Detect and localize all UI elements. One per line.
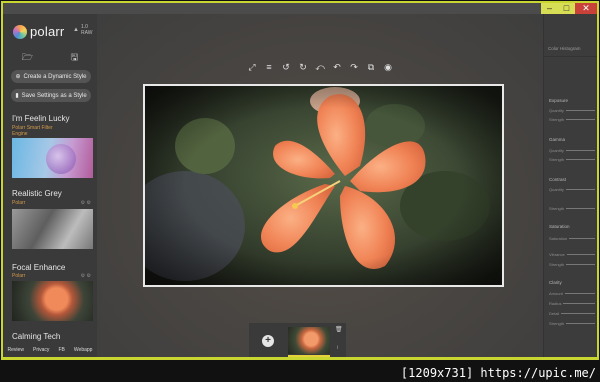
preview-eye-icon[interactable]: ◉	[383, 62, 394, 73]
filmstrip: + 🗑 i	[249, 323, 346, 357]
save-settings-style-button[interactable]: ▮ Save Settings as a Style	[11, 89, 91, 102]
bookmark-icon: ▮	[15, 93, 19, 99]
editor-toolbar: ⤢ ≡ ↺ ↻ ⤺ ↶ ↷ ⧉ ◉	[97, 62, 543, 73]
slider-row[interactable]: Strength	[549, 321, 595, 326]
create-style-label: Create a Dynamic Style	[23, 73, 87, 80]
style-subtitle: Polarr	[12, 200, 26, 206]
version-label: 1.0 RAW	[80, 24, 93, 36]
version-badge: ▲ 1.0 RAW	[73, 24, 97, 36]
brand: polarr	[13, 24, 64, 39]
save-icon[interactable]: 🖫	[71, 50, 79, 66]
facebook-link[interactable]: FB	[58, 347, 64, 353]
histogram-header[interactable]: Color Histogram	[548, 46, 581, 51]
slider-row[interactable]: Quantity	[549, 148, 595, 153]
section-gamma[interactable]: Gamma	[549, 137, 565, 142]
main-canvas: ⤢ ≡ ↺ ↻ ⤺ ↶ ↷ ⧉ ◉ + 🗑 i	[97, 14, 543, 357]
plus-circle-icon: ⊕	[15, 74, 21, 80]
divider	[544, 56, 597, 57]
add-photo-button[interactable]: +	[262, 335, 274, 347]
slider-row[interactable]: Vibrance	[549, 252, 595, 257]
polarr-logo-icon	[13, 24, 27, 39]
style-actions-icon[interactable]: ⚙ ⚙	[81, 273, 91, 279]
info-icon[interactable]: i	[337, 345, 338, 351]
undo-all-icon[interactable]: ⤺	[315, 62, 326, 73]
section-exposure[interactable]: Exposure	[549, 98, 568, 103]
undo-icon[interactable]: ↶	[332, 62, 343, 73]
style-actions-icon[interactable]: ⚙ ⚙	[81, 200, 91, 206]
camera-raw-icon: ▲	[73, 27, 79, 33]
style-thumbnail-focal-enhance[interactable]	[12, 281, 93, 321]
slider-row[interactable]: Detail	[549, 311, 595, 316]
active-thumbnail-indicator	[288, 355, 330, 357]
photo-preview[interactable]	[143, 84, 504, 287]
section-contrast[interactable]: Contrast	[549, 177, 566, 182]
redo-icon[interactable]: ↷	[349, 62, 360, 73]
slider-row[interactable]: Amount	[549, 291, 595, 296]
filmstrip-thumbnail[interactable]	[288, 327, 330, 354]
slider-row[interactable]: Quantity	[549, 187, 595, 192]
style-subtitle: Polarr Smart Filter Engine	[12, 125, 53, 137]
compare-icon[interactable]: ≡	[264, 62, 275, 73]
webapp-link[interactable]: Webapp	[74, 347, 93, 353]
section-clarity[interactable]: Clarity	[549, 280, 562, 285]
watermark-text: [1209x731] https://upic.me/	[400, 366, 596, 380]
rotate-left-icon[interactable]: ↺	[281, 62, 292, 73]
style-title-calming-tech[interactable]: Calming Tech	[12, 332, 60, 341]
section-saturation[interactable]: Saturation	[549, 224, 570, 229]
slider-row[interactable]: Strength	[549, 157, 595, 162]
slider-row[interactable]: Quantity	[549, 108, 595, 113]
slider-row[interactable]: Radius	[549, 301, 595, 306]
slider-row[interactable]: Saturation	[549, 236, 595, 241]
hibiscus-photo	[145, 86, 502, 285]
brand-name: polarr	[30, 24, 65, 39]
minimize-button[interactable]: –	[541, 3, 558, 14]
review-link[interactable]: Review	[8, 347, 24, 353]
folder-open-icon[interactable]: 🗁	[22, 50, 33, 66]
slider-row[interactable]: Strength	[549, 117, 595, 122]
style-title-feelin-lucky[interactable]: I'm Feelin Lucky	[12, 114, 70, 123]
fit-to-screen-icon[interactable]: ⤢	[247, 62, 258, 73]
maximize-button[interactable]: □	[558, 3, 575, 14]
file-actions: 🗁 🖫	[3, 50, 97, 66]
privacy-link[interactable]: Privacy	[33, 347, 49, 353]
adjustments-panel: Color Histogram Exposure Quantity Streng…	[543, 14, 597, 357]
style-thumbnail-feelin-lucky[interactable]	[12, 138, 93, 178]
left-sidebar: polarr ▲ 1.0 RAW 🗁 🖫 ⊕ Create a Dynamic …	[3, 14, 97, 357]
style-title-realistic-grey[interactable]: Realistic Grey	[12, 189, 62, 198]
close-button[interactable]: ✕	[575, 3, 597, 14]
window-controls: – □ ✕	[541, 3, 597, 14]
app-window: – □ ✕ polarr ▲ 1.0 RAW 🗁 🖫 ⊕ Create a Dy…	[1, 1, 599, 360]
style-subtitle: Polarr	[12, 273, 26, 279]
rotate-right-icon[interactable]: ↻	[298, 62, 309, 73]
slider-row[interactable]: Strength	[549, 262, 595, 267]
style-title-focal-enhance[interactable]: Focal Enhance	[12, 263, 65, 272]
slider-row[interactable]: Strength	[549, 206, 595, 211]
trash-icon[interactable]: 🗑	[335, 326, 343, 333]
magic-wand-icon	[46, 144, 76, 174]
create-dynamic-style-button[interactable]: ⊕ Create a Dynamic Style	[11, 70, 91, 83]
save-settings-label: Save Settings as a Style	[21, 92, 87, 99]
copy-icon[interactable]: ⧉	[366, 62, 377, 73]
footer-links: Review Privacy FB Webapp	[3, 347, 97, 353]
style-thumbnail-realistic-grey[interactable]	[12, 209, 93, 249]
